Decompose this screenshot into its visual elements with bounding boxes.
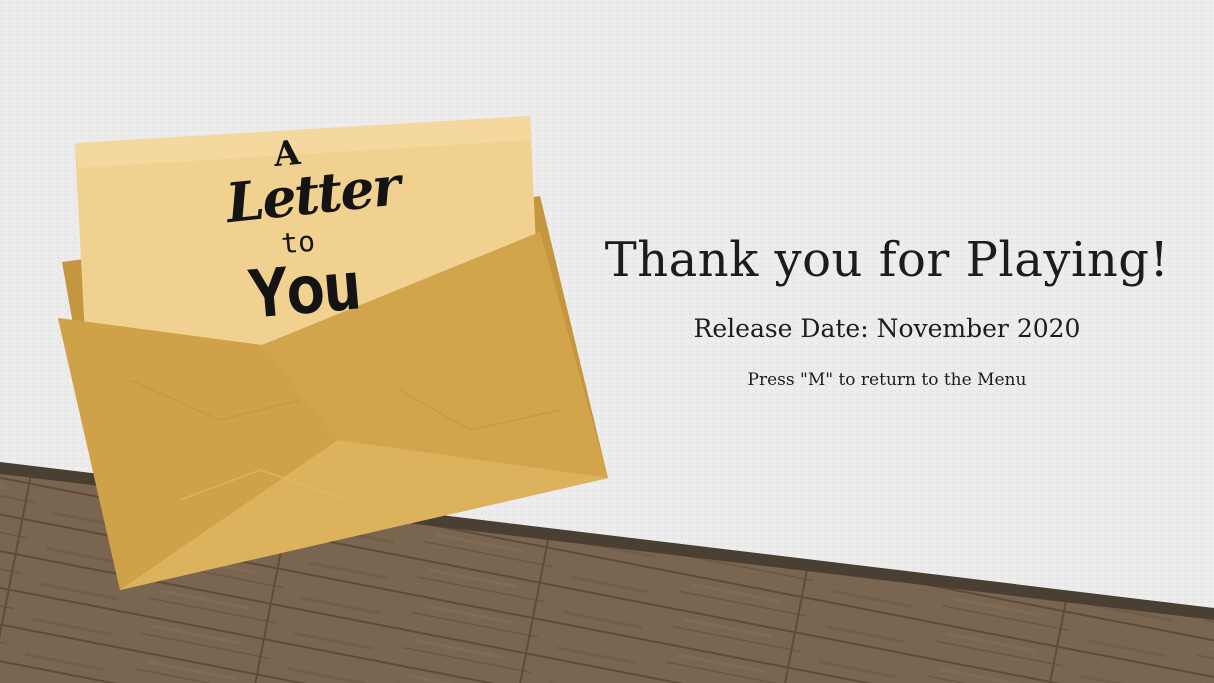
return-to-menu-hint: Press "M" to return to the Menu: [747, 370, 1027, 390]
game-logo-you: You: [245, 247, 363, 334]
game-end-screen: A Letter to You Thank you for Playing! R…: [0, 0, 1214, 683]
release-date-text: Release Date: November 2020: [693, 314, 1081, 343]
thank-you-headline: Thank you for Playing!: [604, 232, 1170, 288]
